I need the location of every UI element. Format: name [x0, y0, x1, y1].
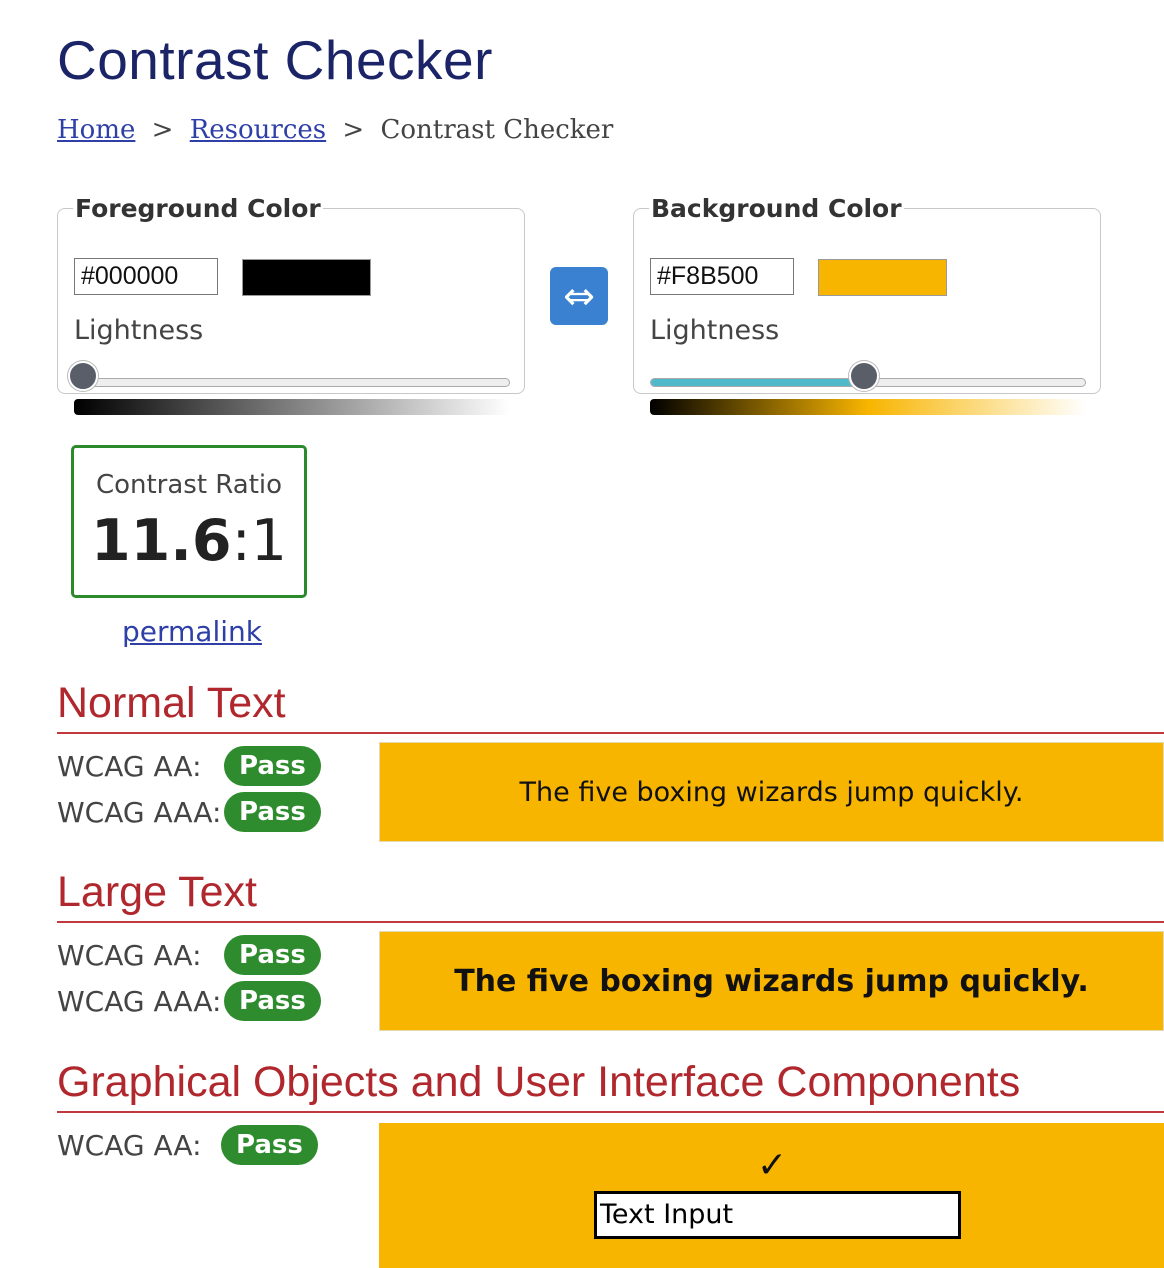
normal-text-section: Normal Text WCAG AA: Pass WCAG AAA: Pass… — [57, 678, 1164, 842]
swap-colors-button[interactable]: ⇔ — [550, 267, 608, 325]
pass-badge: Pass — [224, 935, 321, 975]
contrast-ratio-value: 11.6:1 — [74, 508, 304, 574]
wcag-aaa-label: WCAG AAA: — [57, 796, 222, 829]
background-color-panel: Background Color Lightness — [633, 194, 1101, 415]
graphical-objects-aa-row: WCAG AA: Pass — [57, 1125, 318, 1165]
foreground-hex-input[interactable] — [74, 258, 218, 295]
wcag-aa-label: WCAG AA: — [57, 939, 202, 972]
contrast-ratio-number: 11.6 — [90, 508, 232, 574]
pass-badge: Pass — [224, 746, 321, 786]
breadcrumb-home-link[interactable]: Home — [57, 115, 135, 145]
contrast-checker-page: Contrast Checker Home > Resources > Cont… — [0, 0, 1164, 1268]
foreground-lightness-gradient — [74, 399, 510, 415]
pass-badge: Pass — [224, 981, 321, 1021]
pass-badge: Pass — [224, 792, 321, 832]
breadcrumb: Home > Resources > Contrast Checker — [57, 115, 613, 145]
background-color-legend: Background Color — [651, 194, 902, 223]
foreground-color-panel: Foreground Color Lightness — [57, 194, 525, 415]
large-text-section: Large Text WCAG AA: Pass WCAG AAA: Pass … — [57, 867, 1164, 1031]
normal-text-aa-row: WCAG AA: Pass — [57, 746, 321, 786]
foreground-lightness-thumb[interactable] — [67, 361, 98, 391]
wcag-aa-label: WCAG AA: — [57, 1129, 202, 1162]
large-text-aa-row: WCAG AA: Pass — [57, 935, 321, 975]
wcag-aa-label: WCAG AA: — [57, 750, 202, 783]
swap-horizontal-icon: ⇔ — [563, 274, 595, 318]
foreground-lightness-track[interactable] — [74, 378, 510, 387]
background-lightness-thumb[interactable] — [848, 361, 879, 391]
large-text-sample: The five boxing wizards jump quickly. — [379, 931, 1164, 1031]
large-text-heading: Large Text — [57, 867, 1164, 923]
breadcrumb-current: Contrast Checker — [380, 115, 614, 145]
contrast-ratio-suffix: :1 — [231, 508, 288, 574]
foreground-color-legend: Foreground Color — [75, 194, 321, 223]
normal-text-sample: The five boxing wizards jump quickly. — [379, 742, 1164, 842]
breadcrumb-separator: > — [342, 115, 365, 145]
normal-text-aaa-row: WCAG AAA: Pass — [57, 792, 321, 832]
page-title: Contrast Checker — [57, 29, 493, 91]
breadcrumb-separator: > — [151, 115, 174, 145]
graphical-objects-section: Graphical Objects and User Interface Com… — [57, 1057, 1164, 1268]
pass-badge: Pass — [221, 1125, 318, 1165]
background-hex-input[interactable] — [650, 258, 794, 295]
background-color-swatch[interactable] — [818, 259, 947, 296]
sample-text-input[interactable]: Text Input — [594, 1191, 961, 1239]
contrast-ratio-label: Contrast Ratio — [95, 470, 283, 500]
large-text-aaa-row: WCAG AAA: Pass — [57, 981, 321, 1021]
checkmark-icon: ✓ — [757, 1145, 788, 1186]
background-lightness-fill — [651, 379, 864, 386]
background-lightness-gradient — [650, 399, 1086, 415]
foreground-color-swatch[interactable] — [242, 259, 371, 296]
background-lightness-label: Lightness — [650, 315, 780, 346]
wcag-aaa-label: WCAG AAA: — [57, 985, 222, 1018]
contrast-ratio-box: Contrast Ratio 11.6:1 — [71, 445, 307, 598]
graphical-objects-heading: Graphical Objects and User Interface Com… — [57, 1057, 1164, 1113]
foreground-lightness-label: Lightness — [74, 315, 204, 346]
permalink-link[interactable]: permalink — [122, 615, 262, 648]
breadcrumb-resources-link[interactable]: Resources — [190, 115, 326, 145]
graphical-objects-sample: ✓ Text Input — [379, 1123, 1164, 1268]
normal-text-heading: Normal Text — [57, 678, 1164, 734]
